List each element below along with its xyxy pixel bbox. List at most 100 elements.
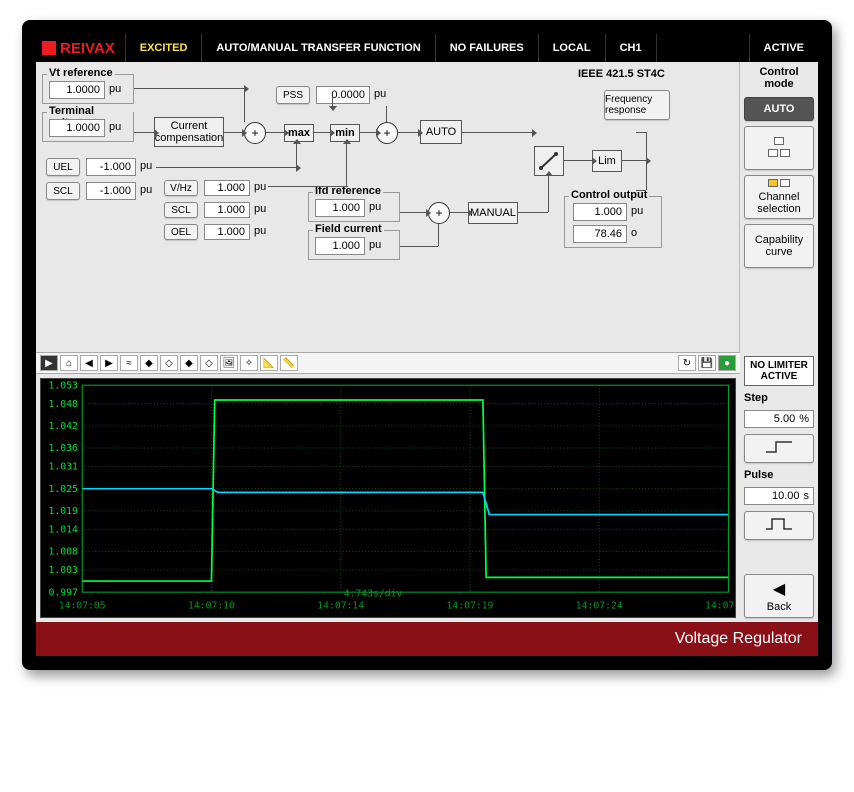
pss-value[interactable]: 0.0000 bbox=[316, 86, 370, 104]
vhz-unit: pu bbox=[254, 181, 266, 193]
status-channel[interactable]: CH1 bbox=[605, 34, 656, 62]
ifd-ref-field[interactable]: 1.000 bbox=[315, 199, 365, 217]
status-local[interactable]: LOCAL bbox=[538, 34, 605, 62]
field-current-label: Field current bbox=[313, 223, 384, 235]
scl2-button[interactable]: SCL bbox=[164, 202, 198, 218]
svg-text:1.019: 1.019 bbox=[49, 506, 79, 517]
vhz-button[interactable]: V/Hz bbox=[164, 180, 198, 196]
tool-measure-icon[interactable]: 📏 bbox=[280, 355, 298, 371]
step-trigger-button[interactable] bbox=[744, 434, 814, 463]
screen: REIVAX EXCITED AUTO/MANUAL TRANSFER FUNC… bbox=[36, 34, 818, 656]
scl2-unit: pu bbox=[254, 203, 266, 215]
summing-junction-1 bbox=[244, 122, 266, 144]
oel-unit: pu bbox=[254, 225, 266, 237]
tool-marker1-icon[interactable]: ◆ bbox=[140, 355, 158, 371]
step-label: Step bbox=[744, 392, 814, 404]
channel-selection-label: Channel selection bbox=[747, 191, 811, 215]
control-mode-panel: Control mode AUTO Channel selection Capa… bbox=[740, 62, 818, 352]
frequency-response-button[interactable]: Frequency response bbox=[604, 90, 670, 120]
oel-button[interactable]: OEL bbox=[164, 224, 198, 240]
control-output-deg[interactable]: 78.46 bbox=[573, 225, 627, 243]
channel-selection-button[interactable]: Channel selection bbox=[744, 175, 814, 219]
co-deg-unit: o bbox=[631, 227, 637, 239]
pulse-input[interactable]: 10.00 s bbox=[744, 487, 814, 505]
monitor-frame: REIVAX EXCITED AUTO/MANUAL TRANSFER FUNC… bbox=[22, 20, 832, 670]
uel-unit: pu bbox=[140, 160, 152, 172]
play-button[interactable]: ▶ bbox=[40, 355, 58, 371]
block-diagram: IEEE 421.5 ST4C Vt reference 1.0000 pu T… bbox=[36, 62, 740, 352]
tool-cursor-icon[interactable]: ✧ bbox=[240, 355, 258, 371]
co-pu-unit: pu bbox=[631, 205, 643, 217]
svg-text:1.042: 1.042 bbox=[49, 421, 78, 432]
step-value: 5.00 bbox=[774, 413, 795, 425]
auto-block[interactable]: AUTO bbox=[420, 120, 462, 144]
record-icon[interactable]: ● bbox=[718, 355, 736, 371]
tool-image-icon[interactable]: 🖼 bbox=[220, 355, 238, 371]
pss-button[interactable]: PSS bbox=[276, 86, 310, 104]
switch-icon bbox=[538, 150, 560, 172]
current-compensation-label: Current compensation bbox=[155, 120, 223, 144]
oel-value[interactable]: 1.000 bbox=[204, 224, 250, 240]
step-icon bbox=[764, 440, 794, 454]
status-no-failures[interactable]: NO FAILURES bbox=[435, 34, 538, 62]
current-compensation-box[interactable]: Current compensation bbox=[154, 117, 224, 147]
field-current-field[interactable]: 1.000 bbox=[315, 237, 365, 255]
pss-unit: pu bbox=[374, 88, 386, 100]
scl-value[interactable]: -1.000 bbox=[86, 182, 136, 200]
step-input[interactable]: 5.00 % bbox=[744, 410, 814, 428]
body: IEEE 421.5 ST4C Vt reference 1.0000 pu T… bbox=[36, 62, 818, 352]
svg-text:0.997: 0.997 bbox=[49, 587, 79, 598]
chart-area: ▶ ⌂ ◀ ▶ ≈ ◆ ◇ ◆ ◇ 🖼 ✧ 📐 📏 ↻ 💾 ● 1.0531.0… bbox=[36, 352, 740, 622]
tool-marker3-icon[interactable]: ◆ bbox=[180, 355, 198, 371]
uel-value[interactable]: -1.000 bbox=[86, 158, 136, 176]
pulse-unit: s bbox=[804, 490, 810, 502]
save-icon[interactable]: 💾 bbox=[698, 355, 716, 371]
refresh-icon[interactable]: ↻ bbox=[678, 355, 696, 371]
brand-logo: REIVAX bbox=[36, 40, 125, 57]
uel-button[interactable]: UEL bbox=[46, 158, 80, 176]
svg-text:4.743s/div: 4.743s/div bbox=[344, 588, 403, 599]
scl-button[interactable]: SCL bbox=[46, 182, 80, 200]
limiter-status-box: NO LIMITER ACTIVE bbox=[744, 356, 814, 386]
status-active[interactable]: ACTIVE bbox=[749, 34, 818, 62]
vt-ref-unit: pu bbox=[109, 83, 121, 95]
mode-diagram-button[interactable] bbox=[744, 126, 814, 170]
tool-next-icon[interactable]: ▶ bbox=[100, 355, 118, 371]
svg-text:1.008: 1.008 bbox=[49, 547, 79, 558]
control-mode-auto-button[interactable]: AUTO bbox=[744, 97, 814, 121]
manual-block[interactable]: MANUAL bbox=[468, 202, 518, 224]
back-button[interactable]: ◀ Back bbox=[744, 574, 814, 618]
tool-prev-icon[interactable]: ◀ bbox=[80, 355, 98, 371]
summing-junction-3 bbox=[428, 202, 450, 224]
tool-home-icon[interactable]: ⌂ bbox=[60, 355, 78, 371]
capability-curve-label: Capability curve bbox=[747, 234, 811, 258]
status-excited[interactable]: EXCITED bbox=[125, 34, 202, 62]
svg-text:1.014: 1.014 bbox=[49, 525, 79, 536]
field-current-unit: pu bbox=[369, 239, 381, 251]
step-unit: % bbox=[799, 413, 809, 425]
tool-wave-icon[interactable]: ≈ bbox=[120, 355, 138, 371]
control-mode-title: Control mode bbox=[744, 66, 814, 90]
pulse-trigger-button[interactable] bbox=[744, 511, 814, 540]
svg-text:14:07:19: 14:07:19 bbox=[447, 601, 494, 612]
svg-text:1.003: 1.003 bbox=[49, 565, 79, 576]
term-v-field[interactable]: 1.0000 bbox=[49, 119, 105, 137]
oscilloscope-plot[interactable]: 1.0531.0481.0421.0361.0311.0251.0191.014… bbox=[40, 378, 736, 618]
pulse-icon bbox=[764, 517, 794, 531]
model-label: IEEE 421.5 ST4C bbox=[576, 68, 667, 80]
scl2-value[interactable]: 1.000 bbox=[204, 202, 250, 218]
capability-curve-button[interactable]: Capability curve bbox=[744, 224, 814, 268]
tool-ruler-icon[interactable]: 📐 bbox=[260, 355, 278, 371]
svg-text:14:07:24: 14:07:24 bbox=[576, 601, 623, 612]
vhz-value[interactable]: 1.000 bbox=[204, 180, 250, 196]
chart-toolbar: ▶ ⌂ ◀ ▶ ≈ ◆ ◇ ◆ ◇ 🖼 ✧ 📐 📏 ↻ 💾 ● bbox=[36, 352, 740, 374]
tool-marker4-icon[interactable]: ◇ bbox=[200, 355, 218, 371]
svg-text:14:07:10: 14:07:10 bbox=[188, 601, 235, 612]
menu-transfer-function[interactable]: AUTO/MANUAL TRANSFER FUNCTION bbox=[201, 34, 434, 62]
chart-wrap: ▶ ⌂ ◀ ▶ ≈ ◆ ◇ ◆ ◇ 🖼 ✧ 📐 📏 ↻ 💾 ● 1.0531.0… bbox=[36, 352, 818, 622]
svg-text:1.031: 1.031 bbox=[49, 462, 79, 473]
svg-text:14:07:14: 14:07:14 bbox=[317, 601, 364, 612]
vt-ref-field[interactable]: 1.0000 bbox=[49, 81, 105, 99]
tool-marker2-icon[interactable]: ◇ bbox=[160, 355, 178, 371]
control-output-pu[interactable]: 1.000 bbox=[573, 203, 627, 221]
